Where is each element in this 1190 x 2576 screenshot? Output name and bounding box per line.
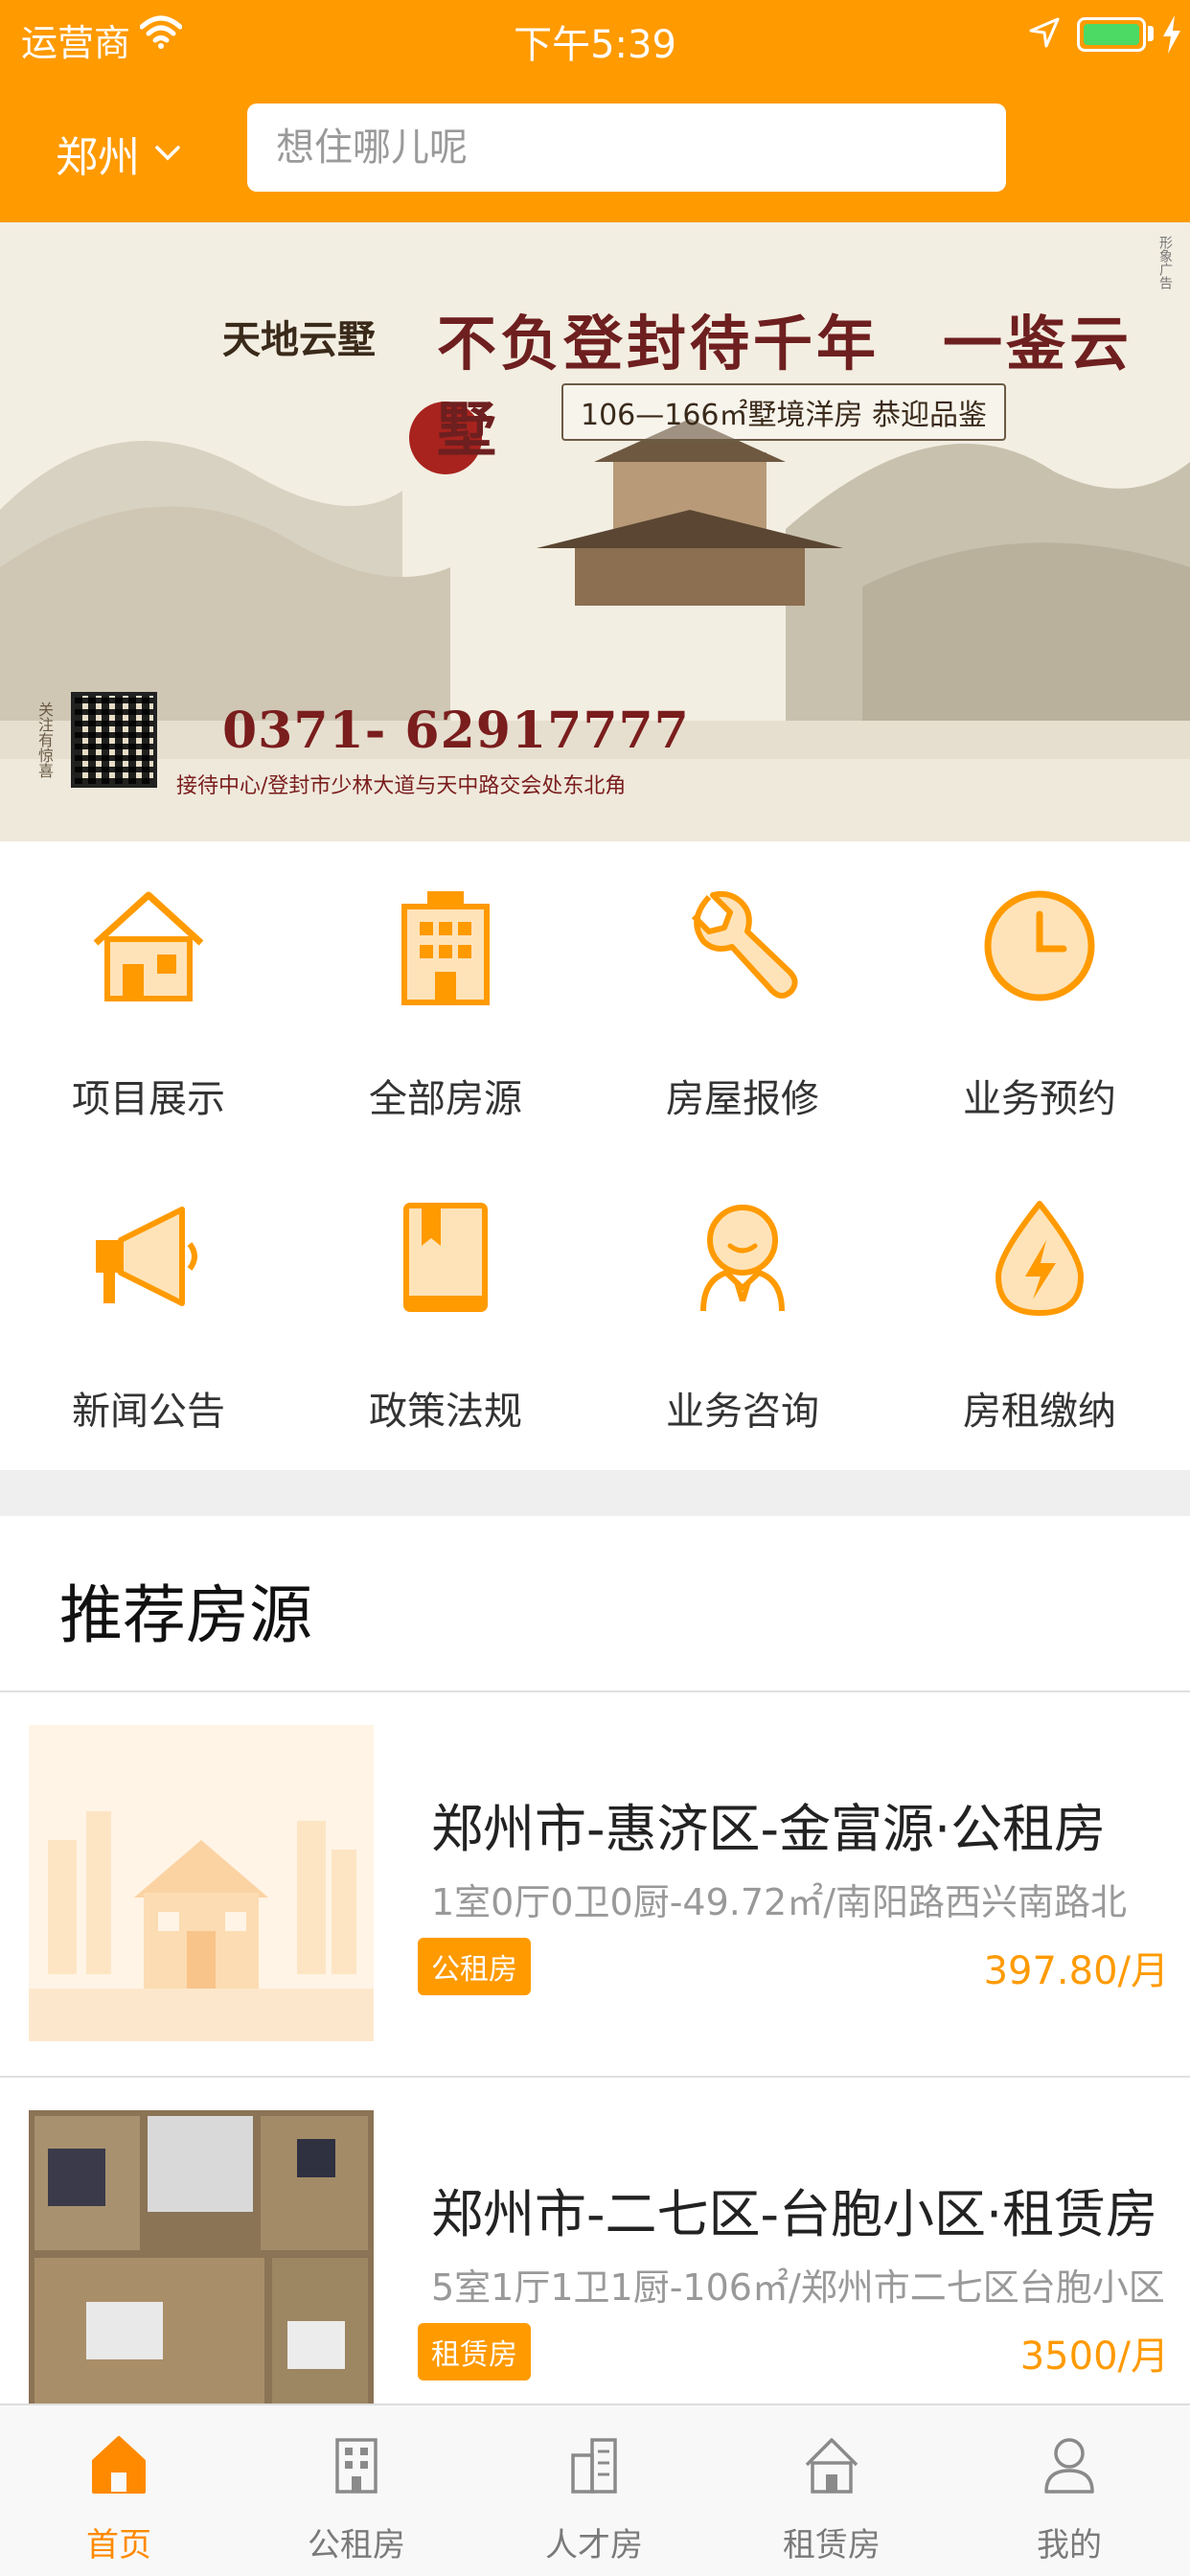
banner-follow-text: 关注有惊喜	[35, 702, 54, 778]
grid-item-label: 房租缴纳	[963, 1390, 1116, 1434]
energy-drop-icon	[995, 1201, 1084, 1316]
megaphone-icon	[96, 1207, 197, 1306]
app-header: 运营商 下午5:39 郑州	[0, 0, 1190, 222]
banner-address: 接待中心/登封市少林大道与天中路交会处东北角	[176, 774, 627, 798]
listing-price: 3500/月	[1019, 2334, 1169, 2379]
tab-label: 公租房	[308, 2526, 405, 2564]
towers-icon	[571, 2438, 617, 2494]
listing-price: 397.80/月	[983, 1949, 1169, 1993]
tab-public-rental[interactable]: 公租房	[238, 2405, 475, 2576]
city-selector[interactable]: 郑州	[56, 123, 182, 184]
ad-banner[interactable]: 天地云墅 不负登封待千年 一鉴云墅 106—166㎡墅境洋房 恭迎品鉴 关注有惊…	[0, 222, 1190, 841]
function-grid: 项目展示 全部房源 房屋报修 业务预约 新闻公告 政策法规 业务咨询 房租缴纳	[0, 841, 1190, 1470]
charging-bolt-icon	[1163, 15, 1180, 54]
listing-thumbnail-placeholder	[29, 1725, 374, 2041]
building-icon	[335, 2438, 378, 2494]
home-icon	[92, 2436, 146, 2494]
grid-item-policy[interactable]: 政策法规	[297, 1154, 594, 1451]
battery-tip	[1148, 26, 1154, 41]
banner-subheadline: 106—166㎡墅境洋房 恭迎品鉴	[561, 383, 1007, 441]
grid-item-label: 政策法规	[369, 1390, 522, 1434]
listing-title: 郑州市-惠济区-金富源·公租房	[431, 1799, 1107, 1859]
grid-item-label: 业务咨询	[666, 1390, 819, 1434]
qr-code	[71, 692, 157, 788]
listing-type-badge: 租赁房	[418, 2323, 531, 2380]
status-bar: 运营商 下午5:39	[0, 0, 1190, 77]
listing-floorplan-image	[29, 2110, 374, 2426]
grid-item-label: 全部房源	[369, 1077, 522, 1121]
clock-icon	[984, 890, 1095, 1001]
grid-item-label: 房屋报修	[666, 1077, 819, 1121]
grid-item-rent-payment[interactable]: 房租缴纳	[891, 1154, 1188, 1451]
listing-desc: 5室1厅1卫1厨-106㎡/郑州市二七区台胞小区	[431, 2266, 1165, 2309]
building-icon	[401, 891, 490, 1005]
tab-label: 我的	[1037, 2526, 1102, 2564]
grid-item-label: 新闻公告	[72, 1390, 225, 1434]
tab-label: 首页	[86, 2526, 151, 2564]
grid-item-project-display[interactable]: 项目展示	[0, 841, 297, 1138]
house-icon	[93, 891, 204, 1001]
listing-desc: 1室0厅0卫0厨-49.72㎡/南阳路西兴南路北	[431, 1881, 1128, 1923]
banner-ad-label: 形象广告	[1157, 236, 1173, 289]
tab-talent-housing[interactable]: 人才房	[475, 2405, 713, 2576]
battery-icon	[1077, 17, 1146, 52]
book-icon	[403, 1203, 488, 1312]
grid-item-appointment[interactable]: 业务预约	[891, 841, 1188, 1138]
search-input[interactable]	[247, 104, 1006, 192]
banner-brand: 天地云墅	[222, 317, 376, 362]
tab-label: 人才房	[545, 2526, 643, 2564]
listing-title: 郑州市-二七区-台胞小区·租赁房	[431, 2184, 1158, 2244]
grid-item-label: 项目展示	[72, 1077, 225, 1121]
consultant-icon	[700, 1205, 785, 1312]
location-arrow-icon	[1029, 17, 1060, 48]
grid-item-label: 业务预约	[963, 1077, 1116, 1121]
grid-item-consult[interactable]: 业务咨询	[594, 1154, 891, 1451]
city-label: 郑州	[56, 133, 140, 182]
chevron-down-icon	[155, 146, 180, 161]
tab-label: 租赁房	[783, 2526, 881, 2564]
bottom-tab-bar: 首页 公租房 人才房 租赁房 我的	[0, 2404, 1190, 2576]
grid-item-news[interactable]: 新闻公告	[0, 1154, 297, 1451]
listing-type-badge: 公租房	[418, 1938, 531, 1995]
section-divider	[0, 1470, 1190, 1516]
rental-house-icon	[805, 2438, 858, 2494]
section-title: 推荐房源	[59, 1578, 312, 1652]
grid-item-all-listings[interactable]: 全部房源	[297, 841, 594, 1138]
wrench-icon	[691, 890, 798, 999]
listing-item[interactable]: 郑州市-惠济区-金富源·公租房 1室0厅0卫0厨-49.72㎡/南阳路西兴南路北…	[0, 1692, 1190, 2076]
tab-profile[interactable]: 我的	[950, 2405, 1188, 2576]
user-icon	[1044, 2438, 1094, 2494]
banner-headline: 不负登封待千年 一鉴云墅	[437, 309, 1133, 465]
tab-lease-housing[interactable]: 租赁房	[713, 2405, 950, 2576]
status-time: 下午5:39	[514, 23, 676, 67]
grid-item-repair[interactable]: 房屋报修	[594, 841, 891, 1138]
banner-phone: 0371- 62917777	[222, 702, 690, 760]
tab-home[interactable]: 首页	[0, 2405, 238, 2576]
